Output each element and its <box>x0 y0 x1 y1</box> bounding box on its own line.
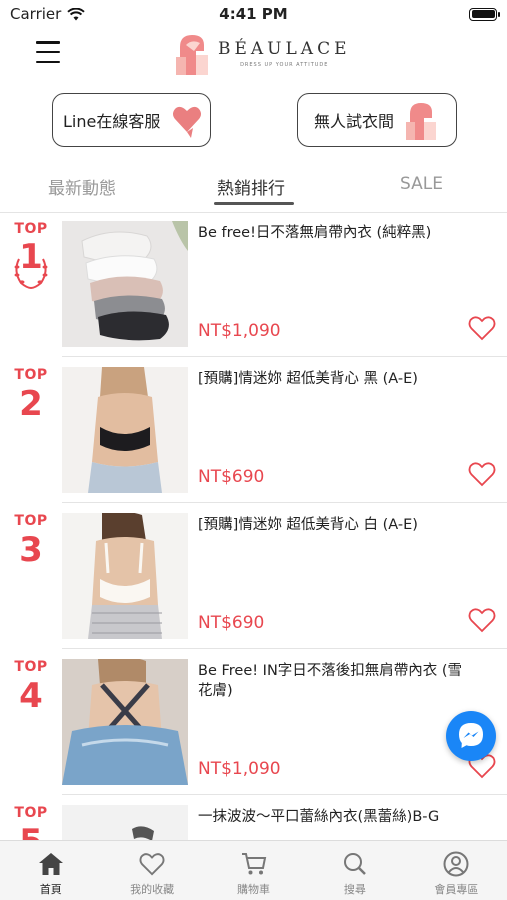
rank-prefix: TOP <box>14 221 48 237</box>
product-image[interactable] <box>62 367 188 493</box>
user-icon <box>443 851 469 877</box>
rank-number: 3 <box>19 530 43 570</box>
product-title: 一抹波波～平口蕾絲內衣(黑蕾絲)B-G <box>198 809 440 825</box>
product-title: [預購]情迷妳 超低美背心 白 (A-E) <box>198 517 418 533</box>
product-row[interactable]: TOP 5 一抹波波～平口蕾絲內衣(黑蕾絲)B-G <box>0 797 507 840</box>
heart-icon <box>139 851 165 877</box>
chat-heart-icon <box>173 106 201 138</box>
status-left: Carrier <box>10 5 86 23</box>
favorite-heart-icon[interactable] <box>468 315 496 341</box>
product-row[interactable]: TOP 1 Be free!日不落無肩帶內衣 (純粹黑) NT$1,090 <box>0 213 507 359</box>
tab-latest[interactable]: 最新動態 <box>48 174 116 199</box>
tab-sale[interactable]: SALE <box>400 174 443 194</box>
brand-name: BÉAULACE <box>218 38 351 59</box>
segment-tabs: 最新動態 熱銷排行 SALE <box>0 170 507 210</box>
app-header: BÉAULACE DRESS UP YOUR ATTITUDE <box>0 28 507 80</box>
cart-icon <box>241 851 267 877</box>
product-title: Be free!日不落無肩帶內衣 (純粹黑) <box>198 225 432 241</box>
messenger-icon <box>459 723 483 748</box>
nav-search-label: 搜尋 <box>343 883 366 896</box>
product-image[interactable] <box>62 221 188 347</box>
product-image[interactable] <box>62 805 188 840</box>
rank-number: 5 <box>0 823 62 840</box>
nav-member-label: 會員專區 <box>434 883 479 896</box>
status-bar: Carrier 4:41 PM <box>0 0 507 28</box>
product-title: Be Free! IN字日不落後扣無肩帶內衣 (雪花膚) <box>198 663 463 699</box>
wifi-icon <box>67 7 86 20</box>
brand-tagline: DRESS UP YOUR ATTITUDE <box>240 61 329 68</box>
product-photo <box>62 513 188 639</box>
active-tab-indicator <box>214 202 294 205</box>
rank-prefix: TOP <box>14 513 48 529</box>
nav-cart-label: 購物車 <box>237 883 271 896</box>
rank-label: TOP 2 <box>0 367 62 423</box>
nav-home[interactable]: 首頁 <box>0 841 101 900</box>
menu-button[interactable] <box>36 41 60 63</box>
brand-logo[interactable]: BÉAULACE DRESS UP YOUR ATTITUDE <box>172 31 351 75</box>
row-divider <box>62 356 507 357</box>
rank-prefix: TOP <box>14 659 48 675</box>
product-image[interactable] <box>62 659 188 785</box>
fitting-room-icon <box>406 103 436 140</box>
line-service-label: Line在線客服 <box>63 112 161 131</box>
rank-prefix: TOP <box>14 805 48 821</box>
rank-number: 1 <box>19 237 43 277</box>
rank-label: TOP 4 <box>0 659 62 715</box>
carrier-label: Carrier <box>10 5 62 23</box>
rank-label: TOP 1 <box>0 221 62 291</box>
row-divider <box>62 648 507 649</box>
messenger-chat-button[interactable] <box>446 711 496 761</box>
fitting-room-button[interactable]: 無人試衣間 <box>297 93 457 147</box>
product-price: NT$1,090 <box>198 321 281 341</box>
tab-best-sellers[interactable]: 熱銷排行 <box>217 174 285 199</box>
favorite-heart-icon[interactable] <box>468 461 496 487</box>
fitting-room-label: 無人試衣間 <box>314 112 395 131</box>
battery-icon <box>469 7 500 21</box>
nav-home-label: 首頁 <box>39 883 62 896</box>
product-list: TOP 1 Be free!日不落無肩帶內衣 (純粹黑) NT$1,090 TO… <box>0 213 507 840</box>
rank-label: TOP 5 <box>0 805 62 840</box>
rank-label: TOP 3 <box>0 513 62 569</box>
nav-search[interactable]: 搜尋 <box>304 841 405 900</box>
search-icon <box>342 851 368 877</box>
product-row[interactable]: TOP 3 [預購]情迷妳 超低美背心 白 (A-E) NT$690 <box>0 505 507 651</box>
rank-laurel-badge: 1 <box>8 237 54 291</box>
nav-member[interactable]: 會員專區 <box>406 841 507 900</box>
product-price: NT$690 <box>198 467 265 487</box>
product-photo <box>62 221 188 347</box>
bottom-tab-bar: 首頁 我的收藏 購物車 搜尋 會員專區 <box>0 840 507 900</box>
product-row[interactable]: TOP 2 [預購]情迷妳 超低美背心 黑 (A-E) NT$690 <box>0 359 507 505</box>
product-title: [預購]情迷妳 超低美背心 黑 (A-E) <box>198 371 418 387</box>
quick-actions: Line在線客服 無人試衣間 <box>0 93 507 149</box>
rank-number: 2 <box>19 384 43 424</box>
logo-mark-icon <box>176 35 208 75</box>
product-row[interactable]: TOP 4 Be Free! IN字日不落後扣無肩帶內衣 (雪花膚) NT$1,… <box>0 651 507 797</box>
rank-number: 4 <box>19 676 43 716</box>
home-icon <box>38 851 64 877</box>
product-photo <box>62 659 188 785</box>
row-divider <box>62 502 507 503</box>
product-price: NT$1,090 <box>198 759 281 779</box>
product-photo <box>62 805 188 840</box>
product-image[interactable] <box>62 513 188 639</box>
product-photo <box>62 367 188 493</box>
row-divider <box>62 794 507 795</box>
rank-prefix: TOP <box>14 367 48 383</box>
line-service-button[interactable]: Line在線客服 <box>52 93 211 147</box>
nav-favorites-label: 我的收藏 <box>130 883 175 896</box>
nav-favorites[interactable]: 我的收藏 <box>101 841 202 900</box>
favorite-heart-icon[interactable] <box>468 607 496 633</box>
nav-cart[interactable]: 購物車 <box>203 841 304 900</box>
product-price: NT$690 <box>198 613 265 633</box>
